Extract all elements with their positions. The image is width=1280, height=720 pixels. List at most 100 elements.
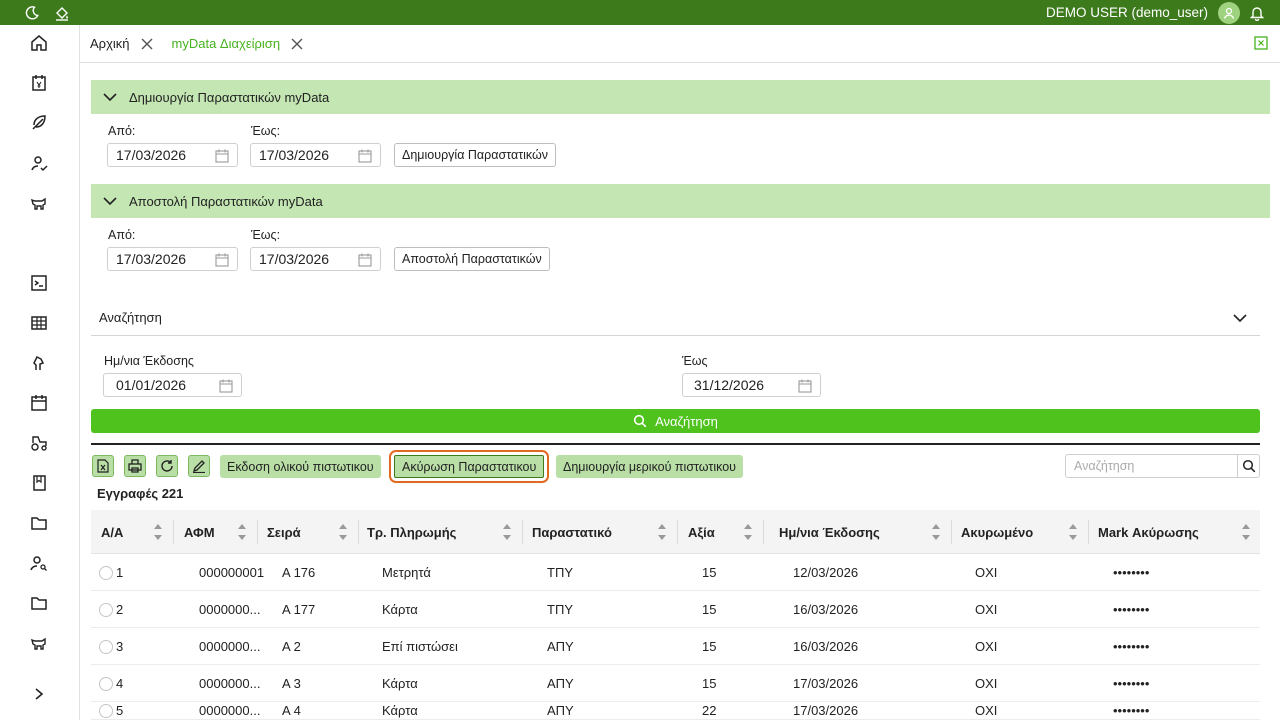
column-separator [763,520,764,544]
paint-bucket-icon[interactable] [54,5,70,21]
calendar-icon[interactable] [215,253,229,267]
cell-cancel-mark: •••••••• [1113,565,1150,580]
table-search-input[interactable]: Αναζήτηση [1065,454,1238,478]
col-afm[interactable]: ΑΦΜ [184,510,215,554]
chevron-right-icon[interactable] [27,682,51,706]
sort-icon[interactable] [237,521,247,543]
cell-aa: 2 [116,602,124,617]
send-documents-button[interactable]: Αποστολή Παραστατικών [394,247,550,271]
create-documents-button[interactable]: Δημιουργία Παραστατικών [394,143,557,167]
cancel-document-button[interactable]: Ακύρωση Παραστατικου [388,450,550,483]
row-select-radio[interactable] [99,640,113,654]
cell-aa: 4 [116,676,124,691]
chevron-down-icon [103,194,117,208]
create-to-input[interactable]: 17/03/2026 [250,143,381,167]
sort-icon[interactable] [931,521,941,543]
sort-icon[interactable] [338,521,348,543]
col-payment[interactable]: Τρ. Πληρωμής [367,510,456,554]
folder-icon-2[interactable] [27,591,51,615]
calendar-icon[interactable] [219,379,233,393]
calendar-icon[interactable] [798,379,812,393]
folder-icon[interactable] [27,511,51,535]
feather-icon[interactable] [27,111,51,135]
close-icon[interactable] [290,37,304,51]
sidebar [0,25,80,720]
row-select-radio[interactable] [99,677,113,691]
cell-payment: Κάρτα [382,602,418,617]
close-icon[interactable] [140,37,154,51]
calendar-icon[interactable] [27,391,51,415]
sort-icon[interactable] [743,521,753,543]
bell-icon[interactable] [1250,5,1264,21]
cell-document: ΤΠΥ [547,602,573,617]
create-panel-header[interactable]: Δημιουργία Παραστατικών myData [91,80,1270,114]
table-row[interactable]: 5 0000000... Α 4 Κάρτα ΑΠΥ 22 17/03/2026… [91,702,1260,720]
cell-series: Α 177 [282,602,316,617]
send-to-input[interactable]: 17/03/2026 [250,247,381,271]
calendar-icon[interactable] [358,149,372,163]
cow-icon[interactable] [27,191,51,215]
table-row[interactable]: 3 0000000... Α 2 Επί πιστώσει ΑΠΥ 15 16/… [91,628,1260,665]
cell-document: ΑΠΥ [547,703,574,718]
col-issue-date[interactable]: Ημ/νια Έκδοσης [779,510,880,554]
cow-icon-2[interactable] [27,631,51,655]
user-search-icon[interactable] [27,551,51,575]
col-cancelled[interactable]: Ακυρωμένο [961,510,1033,554]
sort-icon[interactable] [502,521,512,543]
table-row[interactable]: 1 000000001 Α 176 Μετρητά ΤΠΥ 15 12/03/2… [91,554,1260,591]
row-select-radio[interactable] [99,704,113,718]
chevron-down-icon[interactable] [1232,310,1248,326]
cell-payment: Επί πιστώσει [382,639,458,654]
create-from-input[interactable]: 17/03/2026 [107,143,238,167]
column-separator [677,520,678,544]
cell-afm: 0000000... [199,639,261,654]
full-credit-button[interactable]: Εκδοση ολικού πιστωτικου [220,455,381,478]
issue-date-to-input[interactable]: 31/12/2026 [682,373,821,397]
issue-date-to-label: Έως [682,354,708,368]
cell-cancelled: ΟΧΙ [975,676,998,691]
calendar-money-icon[interactable] [27,71,51,95]
table-row[interactable]: 4 0000000... Α 3 Κάρτα ΑΠΥ 15 17/03/2026… [91,665,1260,702]
search-button[interactable]: Αναζήτηση [91,409,1260,433]
sort-icon[interactable] [1068,521,1078,543]
table-row[interactable]: 2 0000000... Α 177 Κάρτα ΤΠΥ 15 16/03/20… [91,591,1260,628]
excel-export-icon[interactable] [92,455,114,477]
tab-mydata[interactable]: myData Διαχείριση [162,25,313,63]
search-icon[interactable] [1237,454,1260,478]
partial-credit-button[interactable]: Δημιουργία μερικού πιστωτικου [556,455,743,478]
row-select-radio[interactable] [99,566,113,580]
col-series[interactable]: Σειρά [267,510,301,554]
terminal-icon[interactable] [27,271,51,295]
edit-icon[interactable] [188,455,210,477]
calendar-icon[interactable] [358,253,372,267]
table-icon[interactable] [27,311,51,335]
col-document[interactable]: Παραστατικό [532,510,612,554]
send-panel-header[interactable]: Αποστολή Παραστατικών myData [91,184,1270,218]
send-from-input[interactable]: 17/03/2026 [107,247,238,271]
search-panel-header[interactable]: Αναζήτηση [91,300,1260,336]
cell-cancelled: ΟΧΙ [975,565,998,580]
search-panel-title: Αναζήτηση [99,310,162,325]
sort-icon[interactable] [657,521,667,543]
sort-icon[interactable] [153,521,163,543]
excel-close-all-icon[interactable] [1254,36,1268,50]
col-value[interactable]: Αξία [688,510,715,554]
moon-icon[interactable] [24,5,40,21]
home-icon[interactable] [27,31,51,55]
col-cancel-mark[interactable]: Mark Ακύρωσης [1098,510,1199,554]
user-check-icon[interactable] [27,151,51,175]
cell-issue-date: 17/03/2026 [793,676,859,691]
tractor-icon[interactable] [27,431,51,455]
book-icon[interactable] [27,471,51,495]
calendar-icon[interactable] [215,149,229,163]
col-aa[interactable]: Α/Α [101,510,123,554]
row-select-radio[interactable] [99,603,113,617]
search-icon [633,414,647,428]
tab-home[interactable]: Αρχική [80,25,162,63]
horse-icon[interactable] [27,351,51,375]
avatar[interactable] [1218,1,1240,24]
print-icon[interactable] [124,455,146,477]
refresh-icon[interactable] [156,455,178,477]
issue-date-from-input[interactable]: 01/01/2026 [103,373,242,397]
sort-icon[interactable] [1241,521,1251,543]
